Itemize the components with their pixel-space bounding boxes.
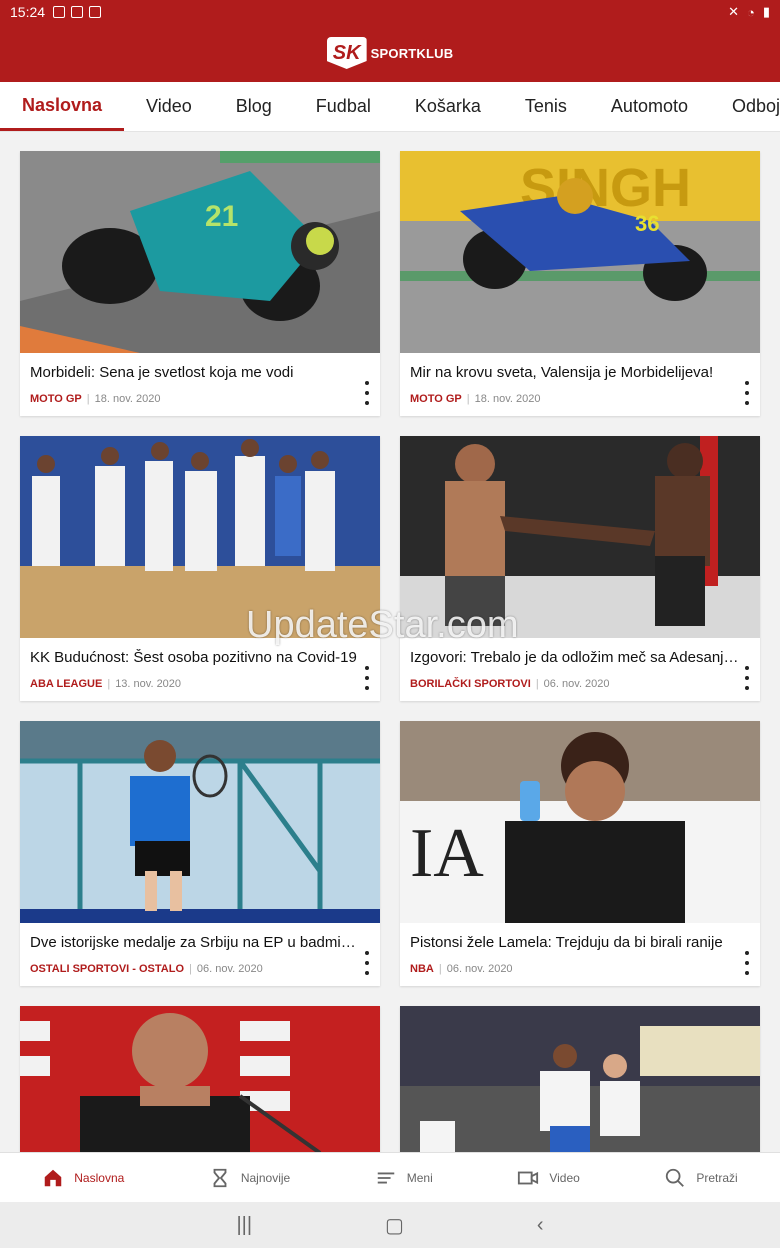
home-icon [45, 1169, 62, 1186]
tab-naslovna[interactable]: Naslovna [0, 82, 125, 131]
category-tabs: Naslovna Video Blog Fudbal Košarka Tenis… [0, 82, 780, 132]
article-card[interactable]: 21 Morbideli: Sena je svetlost koja me v… [20, 151, 380, 416]
system-navigation-bar: ||| ▢ ‹ [0, 1202, 780, 1248]
bottom-navigation: Naslovna Najnovije Meni Video Pretraži [0, 1152, 780, 1202]
more-options-icon[interactable] [360, 951, 374, 975]
article-card[interactable] [400, 1006, 760, 1153]
more-options-icon[interactable] [740, 666, 754, 690]
recent-apps-icon[interactable]: ||| [236, 1214, 252, 1237]
article-date: 18. nov. 2020 [94, 393, 161, 405]
back-icon[interactable]: ‹ [537, 1214, 544, 1237]
article-image-basketball-dunk[interactable] [400, 1006, 760, 1153]
article-date: 06. nov. 2020 [543, 678, 610, 690]
more-options-icon[interactable] [360, 381, 374, 405]
app-header: SK SPORTKLUB [0, 24, 780, 82]
svg-text:IA: IA [410, 815, 484, 892]
article-date: 06. nov. 2020 [446, 963, 513, 975]
article-date: 06. nov. 2020 [196, 963, 263, 975]
article-meta: MOTO GP | 18. nov. 2020 [30, 393, 161, 405]
tab-tenis[interactable]: Tenis [503, 82, 589, 131]
tab-video[interactable]: Video [124, 82, 214, 131]
article-card[interactable]: SINGH 36 Mir na krovu sveta, Valensija j… [400, 151, 760, 416]
article-meta: BORILAČKI SPORTOVI | 06. nov. 2020 [410, 678, 610, 690]
article-image-coach-press[interactable] [20, 1006, 380, 1153]
article-card[interactable] [20, 1006, 380, 1153]
article-image-basketball-player-phone[interactable]: IA [400, 721, 760, 923]
status-bar: 15:24 ✕ ◔ ▮ [0, 0, 780, 24]
home-button-icon[interactable]: ▢ [385, 1213, 404, 1238]
sportklub-logo[interactable]: SK SPORTKLUB [326, 37, 454, 69]
article-card[interactable]: Dve istorijske medalje za Srbiju na EP u… [20, 721, 380, 986]
article-title[interactable]: Mir na krovu sveta, Valensija je Morbide… [410, 364, 740, 381]
article-image-motogp-suzuki[interactable]: SINGH 36 [400, 151, 760, 353]
article-title[interactable]: Pistonsi žele Lamela: Trejduju da bi bir… [410, 934, 740, 951]
tab-fudbal[interactable]: Fudbal [294, 82, 393, 131]
article-card[interactable]: IA Pistonsi žele Lamela: Trejduju da bi … [400, 721, 760, 986]
nav-pretrazi[interactable]: Pretraži [664, 1167, 738, 1189]
article-title[interactable]: KK Budućnost: Šest osoba pozitivno na Co… [30, 649, 360, 666]
article-image-badminton[interactable] [20, 721, 380, 923]
battery-icon: ▮ [762, 4, 770, 19]
status-time: 15:24 [10, 4, 46, 20]
hourglass-icon [213, 1168, 227, 1187]
svg-text:36: 36 [635, 211, 659, 236]
article-meta: NBA | 06. nov. 2020 [410, 963, 513, 975]
article-card[interactable]: Izgovori: Trebalo je da odložim meč sa A… [400, 436, 760, 701]
nav-naslovna[interactable]: Naslovna [42, 1167, 124, 1189]
svg-text:21: 21 [205, 200, 238, 233]
logo-badge: SK [326, 37, 367, 69]
article-card[interactable]: KK Budućnost: Šest osoba pozitivno na Co… [20, 436, 380, 701]
app-notification-icon [89, 6, 102, 18]
article-category[interactable]: MOTO GP [410, 393, 462, 405]
nav-label: Naslovna [74, 1170, 125, 1185]
nav-label: Video [549, 1170, 580, 1185]
mail-notification-icon [71, 6, 84, 18]
menu-icon [377, 1172, 394, 1183]
video-icon [518, 1171, 539, 1184]
article-meta: MOTO GP | 18. nov. 2020 [410, 393, 541, 405]
article-category[interactable]: BORILAČKI SPORTOVI [410, 678, 531, 690]
article-category[interactable]: OSTALI SPORTOVI - OSTALO [30, 963, 184, 975]
article-title[interactable]: Morbideli: Sena je svetlost koja me vodi [30, 364, 360, 381]
gallery-notification-icon [53, 6, 66, 18]
nav-meni[interactable]: Meni [375, 1167, 433, 1189]
article-date: 13. nov. 2020 [115, 678, 182, 690]
nav-najnovije[interactable]: Najnovije [209, 1167, 290, 1189]
article-meta: ABA LEAGUE | 13. nov. 2020 [30, 678, 182, 690]
search-icon [666, 1168, 685, 1187]
article-category[interactable]: MOTO GP [30, 393, 82, 405]
tab-blog[interactable]: Blog [214, 82, 294, 131]
article-category[interactable]: NBA [410, 963, 434, 975]
nav-label: Pretraži [696, 1170, 738, 1185]
watermark: UpdateStar.com [246, 604, 519, 646]
tab-odbojka[interactable]: Odbojka [710, 82, 780, 131]
mute-icon: ✕ [728, 4, 739, 19]
nav-video[interactable]: Video [517, 1167, 580, 1189]
nav-label: Meni [406, 1170, 433, 1185]
nav-label: Najnovije [240, 1170, 291, 1185]
more-options-icon[interactable] [740, 951, 754, 975]
article-date: 18. nov. 2020 [474, 393, 541, 405]
more-options-icon[interactable] [740, 381, 754, 405]
article-image-motogp-yamaha[interactable]: 21 [20, 151, 380, 353]
wifi-icon: ◔ [746, 4, 755, 20]
tab-automoto[interactable]: Automoto [589, 82, 710, 131]
article-title[interactable]: Izgovori: Trebalo je da odložim meč sa A… [410, 649, 740, 666]
logo-text: SPORTKLUB [370, 45, 454, 61]
article-meta: OSTALI SPORTOVI - OSTALO | 06. nov. 2020 [30, 963, 263, 975]
tab-kosarka[interactable]: Košarka [393, 82, 503, 131]
article-category[interactable]: ABA LEAGUE [30, 678, 102, 690]
article-title[interactable]: Dve istorijske medalje za Srbiju na EP u… [30, 934, 360, 951]
more-options-icon[interactable] [360, 666, 374, 690]
